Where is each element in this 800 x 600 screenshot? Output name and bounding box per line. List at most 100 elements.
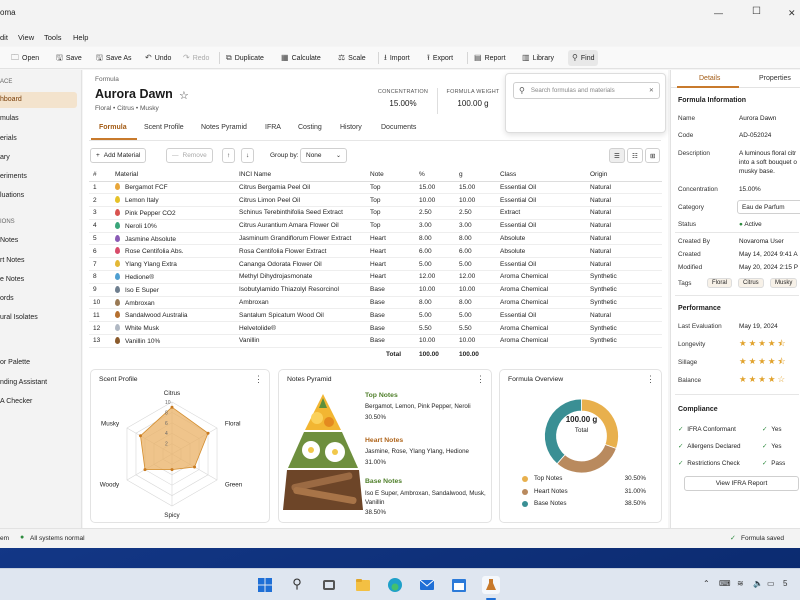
sidebar-item-blending-assistant[interactable]: nding Assistant [0, 379, 47, 386]
chevron-up-icon[interactable]: ⌃ [703, 579, 710, 588]
clear-search-icon[interactable]: ✕ [649, 87, 654, 94]
tab-costing[interactable]: Costing [298, 124, 322, 131]
sidebar-item-top-notes[interactable]: Notes [0, 237, 18, 244]
menu-edit[interactable]: dit [0, 33, 8, 42]
redo-button[interactable]: ↷ Redo [183, 51, 209, 65]
tag-chip[interactable]: Floral [707, 278, 733, 288]
start-menu-icon[interactable] [256, 576, 274, 594]
table-row[interactable]: 12 White Musk Helvetolide® Base 5.50 5.50 Arom… [89, 321, 662, 336]
table-row[interactable]: 1 Bergamot FCF Citrus Bergamia Peel Oil Top… [89, 181, 662, 195]
search-icon[interactable]: ⚲ [288, 576, 306, 594]
system-status-text: All systems normal [30, 535, 85, 542]
favorite-star-icon[interactable]: ☆ [179, 89, 189, 102]
tab-ifra[interactable]: IFRA [265, 124, 281, 131]
sidebar-item-library[interactable]: ary [0, 154, 10, 161]
calculate-button[interactable]: ▦ Calculate [281, 51, 321, 65]
table-row[interactable]: 9 Iso E Super Isobutylamido Thiazolyl Reso… [89, 283, 662, 297]
clock-text[interactable]: 5 [783, 579, 787, 588]
perfume-app-icon[interactable] [482, 576, 500, 594]
more-options-icon[interactable]: ⋮ [646, 374, 655, 385]
save-button[interactable]: 🖫 Save [56, 51, 82, 65]
menu-help[interactable]: Help [73, 33, 88, 42]
sidebar-item-ifra-checker[interactable]: A Checker [0, 398, 32, 405]
table-row[interactable]: 13 Vanillin 10% Vanillin Base 10.00 10.00 Arom… [89, 334, 662, 348]
wifi-icon[interactable]: ≋ [737, 579, 744, 588]
col-class[interactable]: Class [496, 168, 586, 182]
menu-tools[interactable]: Tools [44, 33, 62, 42]
tab-history[interactable]: History [340, 124, 362, 131]
col-note[interactable]: Note [366, 168, 415, 182]
view-ifra-report-button[interactable]: View IFRA Report [684, 476, 799, 491]
breadcrumb[interactable]: Formula [95, 76, 119, 83]
tab-details[interactable]: Details [699, 75, 720, 82]
task-view-icon[interactable] [320, 576, 338, 594]
edge-browser-icon[interactable] [386, 576, 404, 594]
maximize-icon[interactable]: ☐ [752, 6, 761, 17]
close-icon[interactable]: ✕ [788, 8, 796, 19]
sidebar-item-color-palette[interactable]: or Palette [0, 359, 30, 366]
table-row[interactable]: 2 Lemon Italy Citrus Limon Peel Oil Top 10.0… [89, 193, 662, 208]
table-row[interactable]: 10 Ambroxan Ambroxan Base 8.00 8.00 Aroma Chem… [89, 296, 662, 310]
table-row[interactable]: 7 Ylang Ylang Extra Cananga Odorata Flower… [89, 257, 662, 272]
tab-documents[interactable]: Documents [381, 124, 416, 131]
group-by-select[interactable]: None ⌄ [300, 148, 347, 163]
menu-view[interactable]: View [18, 33, 34, 42]
find-button[interactable]: ⚲ Find [568, 50, 599, 66]
sidebar-item-heart-notes[interactable]: rt Notes [0, 257, 25, 264]
move-up-button[interactable]: ↑ [222, 148, 236, 163]
table-row[interactable]: 4 Neroli 10% Citrus Aurantium Amara Flower… [89, 219, 662, 233]
table-row[interactable]: 11 Sandalwood Australia Santalum Spicatum … [89, 308, 662, 323]
table-row[interactable]: 6 Rose Centifolia Abs. Rosa Centifolia Flo… [89, 244, 662, 259]
scale-button[interactable]: ⚖ Scale [338, 51, 366, 65]
col-inci-name[interactable]: INCI Name [235, 168, 366, 182]
sidebar-item-natural-isolates[interactable]: ural Isolates [0, 314, 38, 321]
report-button[interactable]: ▤ Report [474, 51, 506, 65]
export-button[interactable]: ⭱ Export [427, 51, 453, 65]
sidebar-item-accords[interactable]: ords [0, 295, 14, 302]
grid-view-button[interactable]: ⊞ [645, 148, 661, 163]
file-explorer-icon[interactable] [354, 576, 372, 594]
tag-chip[interactable]: Musky [770, 278, 798, 288]
sidebar-item-formulas[interactable]: mulas [0, 115, 19, 122]
undo-button[interactable]: ↶ Undo [145, 51, 171, 65]
mail-icon[interactable] [418, 576, 436, 594]
save-as-button[interactable]: 🖫 Save As [96, 51, 132, 65]
table-row[interactable]: 5 Jasmine Absolute Jasminum Grandiflorum F… [89, 232, 662, 246]
language-icon[interactable]: ⌨ [719, 579, 731, 588]
table-row[interactable]: 3 Pink Pepper CO2 Schinus Terebinthifolia … [89, 206, 662, 220]
tab-notes-pyramid[interactable]: Notes Pyramid [201, 124, 247, 131]
minimize-icon[interactable]: — [714, 8, 723, 18]
col-percent[interactable]: % [415, 168, 455, 182]
battery-icon[interactable]: ▭ [767, 579, 775, 588]
sidebar-item-evaluations[interactable]: luations [0, 192, 24, 199]
col-material[interactable]: Material [111, 168, 235, 182]
volume-icon[interactable]: 🔈 [753, 579, 763, 588]
tab-scent-profile[interactable]: Scent Profile [144, 124, 184, 131]
calendar-icon[interactable] [450, 576, 468, 594]
duplicate-button[interactable]: ⧉ Duplicate [226, 51, 264, 65]
cell-inci: Helvetolide® [235, 321, 366, 336]
detail-view-button[interactable]: ☷ [627, 148, 643, 163]
tab-formula[interactable]: Formula [99, 124, 127, 131]
tag-chip[interactable]: Citrus [738, 278, 764, 288]
col-origin[interactable]: Origin [586, 168, 662, 182]
sidebar-item-materials[interactable]: erials [0, 135, 17, 142]
open-button[interactable]: 🗀 Open [11, 51, 39, 65]
search-input[interactable]: ⚲ Search formulas and materials ✕ [513, 82, 660, 99]
more-options-icon[interactable]: ⋮ [476, 374, 485, 385]
remove-button[interactable]: — Remove [166, 148, 213, 163]
tab-properties[interactable]: Properties [759, 75, 791, 82]
col-number[interactable]: # [89, 168, 111, 182]
category-select[interactable]: Eau de Parfum [737, 200, 800, 214]
sidebar-item-dashboard[interactable]: hboard [0, 92, 77, 108]
sidebar-item-base-notes[interactable]: e Notes [0, 276, 24, 283]
add-material-button[interactable]: + Add Material [90, 148, 147, 163]
list-view-button[interactable]: ☰ [609, 148, 625, 163]
table-row[interactable]: 8 Hedione® Methyl Dihydrojasmonate Heart 12.… [89, 270, 662, 284]
sidebar-item-experiments[interactable]: eriments [0, 173, 27, 180]
move-down-button[interactable]: ↓ [241, 148, 255, 163]
library-button[interactable]: ▥ Library [522, 51, 554, 65]
import-button[interactable]: ⭳ Import [384, 51, 410, 65]
donut-segment[interactable] [556, 443, 617, 474]
col-grams[interactable]: g [455, 168, 496, 182]
